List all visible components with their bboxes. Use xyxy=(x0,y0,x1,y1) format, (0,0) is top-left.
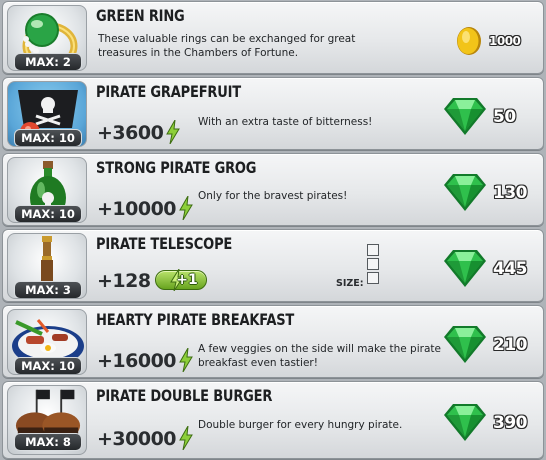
shop-item-list: MAX: 2 GREEN RING These valuable rings c… xyxy=(0,0,546,460)
shop-item-green-ring[interactable]: MAX: 2 GREEN RING These valuable rings c… xyxy=(2,1,544,74)
double-burger-icon: MAX: 8 xyxy=(7,385,87,455)
energy-amount: +128 xyxy=(97,270,151,292)
shop-item-strong-pirate-grog[interactable]: MAX: 10 STRONG PIRATE GROG +10000 Only f… xyxy=(2,153,544,226)
shop-item-pirate-telescope[interactable]: MAX: 3 PIRATE TELESCOPE +128 +1 SIZE: 44… xyxy=(2,229,544,302)
energy-value: +3600 xyxy=(97,119,181,145)
pirate-grapefruit-icon: MAX: 10 xyxy=(7,81,87,147)
energy-value: +128 xyxy=(97,270,151,292)
item-price: 1000 xyxy=(489,34,521,48)
green-gem-icon xyxy=(444,98,486,135)
energy-value: +16000 xyxy=(97,347,193,373)
energy-bolt-icon xyxy=(179,347,193,373)
energy-bolt-icon xyxy=(166,119,181,145)
item-description: A few veggies on the side will make the … xyxy=(198,343,441,369)
max-quantity-badge: MAX: 2 xyxy=(14,53,82,70)
energy-amount: +10000 xyxy=(97,198,177,220)
size-slot xyxy=(367,244,379,256)
energy-value: +30000 xyxy=(97,425,193,451)
green-gem-icon xyxy=(444,404,486,441)
shop-item-pirate-grapefruit[interactable]: MAX: 10 PIRATE GRAPEFRUIT +3600 With an … xyxy=(2,77,544,150)
green-gem-icon xyxy=(444,326,486,363)
max-quantity-badge: MAX: 10 xyxy=(14,129,82,146)
breakfast-plate-icon: MAX: 10 xyxy=(7,309,87,375)
telescope-icon: MAX: 3 xyxy=(7,233,87,299)
max-quantity-badge: MAX: 8 xyxy=(14,433,82,451)
item-name: PIRATE TELESCOPE xyxy=(96,236,233,254)
item-description: These valuable rings can be exchanged fo… xyxy=(98,33,356,59)
grog-bottle-icon: MAX: 10 xyxy=(7,157,87,223)
item-price: 210 xyxy=(493,335,528,355)
energy-bolt-icon xyxy=(179,195,193,221)
gold-coin-icon xyxy=(457,27,481,55)
item-description: Only for the bravest pirates! xyxy=(198,190,348,202)
item-name: GREEN RING xyxy=(96,8,185,26)
green-ring-icon: MAX: 2 xyxy=(7,5,87,71)
energy-value: +10000 xyxy=(97,195,193,221)
size-slot xyxy=(367,272,379,284)
energy-amount: +3600 xyxy=(97,122,164,144)
item-name: PIRATE DOUBLE BURGER xyxy=(96,388,273,406)
energy-amount: +16000 xyxy=(97,350,177,372)
shop-item-hearty-pirate-breakfast[interactable]: MAX: 10 HEARTY PIRATE BREAKFAST +16000 A… xyxy=(2,305,544,378)
item-name: PIRATE GRAPEFRUIT xyxy=(96,84,241,102)
item-price: 130 xyxy=(493,183,528,203)
max-quantity-badge: MAX: 3 xyxy=(14,281,82,298)
shop-item-pirate-double-burger[interactable]: MAX: 8 PIRATE DOUBLE BURGER +30000 Doubl… xyxy=(2,381,544,459)
item-description: With an extra taste of bitterness! xyxy=(198,116,373,128)
green-gem-icon xyxy=(444,250,486,287)
bonus-pill: +1 xyxy=(155,269,207,291)
max-quantity-badge: MAX: 10 xyxy=(14,357,82,374)
size-slot xyxy=(367,258,379,270)
green-gem-icon xyxy=(444,174,486,211)
energy-amount: +30000 xyxy=(97,428,177,450)
energy-bolt-icon xyxy=(179,425,193,451)
item-name: HEARTY PIRATE BREAKFAST xyxy=(96,312,295,330)
size-label: SIZE: xyxy=(336,278,364,289)
item-name: STRONG PIRATE GROG xyxy=(96,160,257,178)
item-description: Double burger for every hungry pirate. xyxy=(198,419,403,431)
item-price: 390 xyxy=(493,413,528,433)
item-price: 50 xyxy=(493,107,516,127)
item-price: 445 xyxy=(493,259,528,279)
bonus-value: +1 xyxy=(176,272,198,288)
max-quantity-badge: MAX: 10 xyxy=(14,205,82,222)
